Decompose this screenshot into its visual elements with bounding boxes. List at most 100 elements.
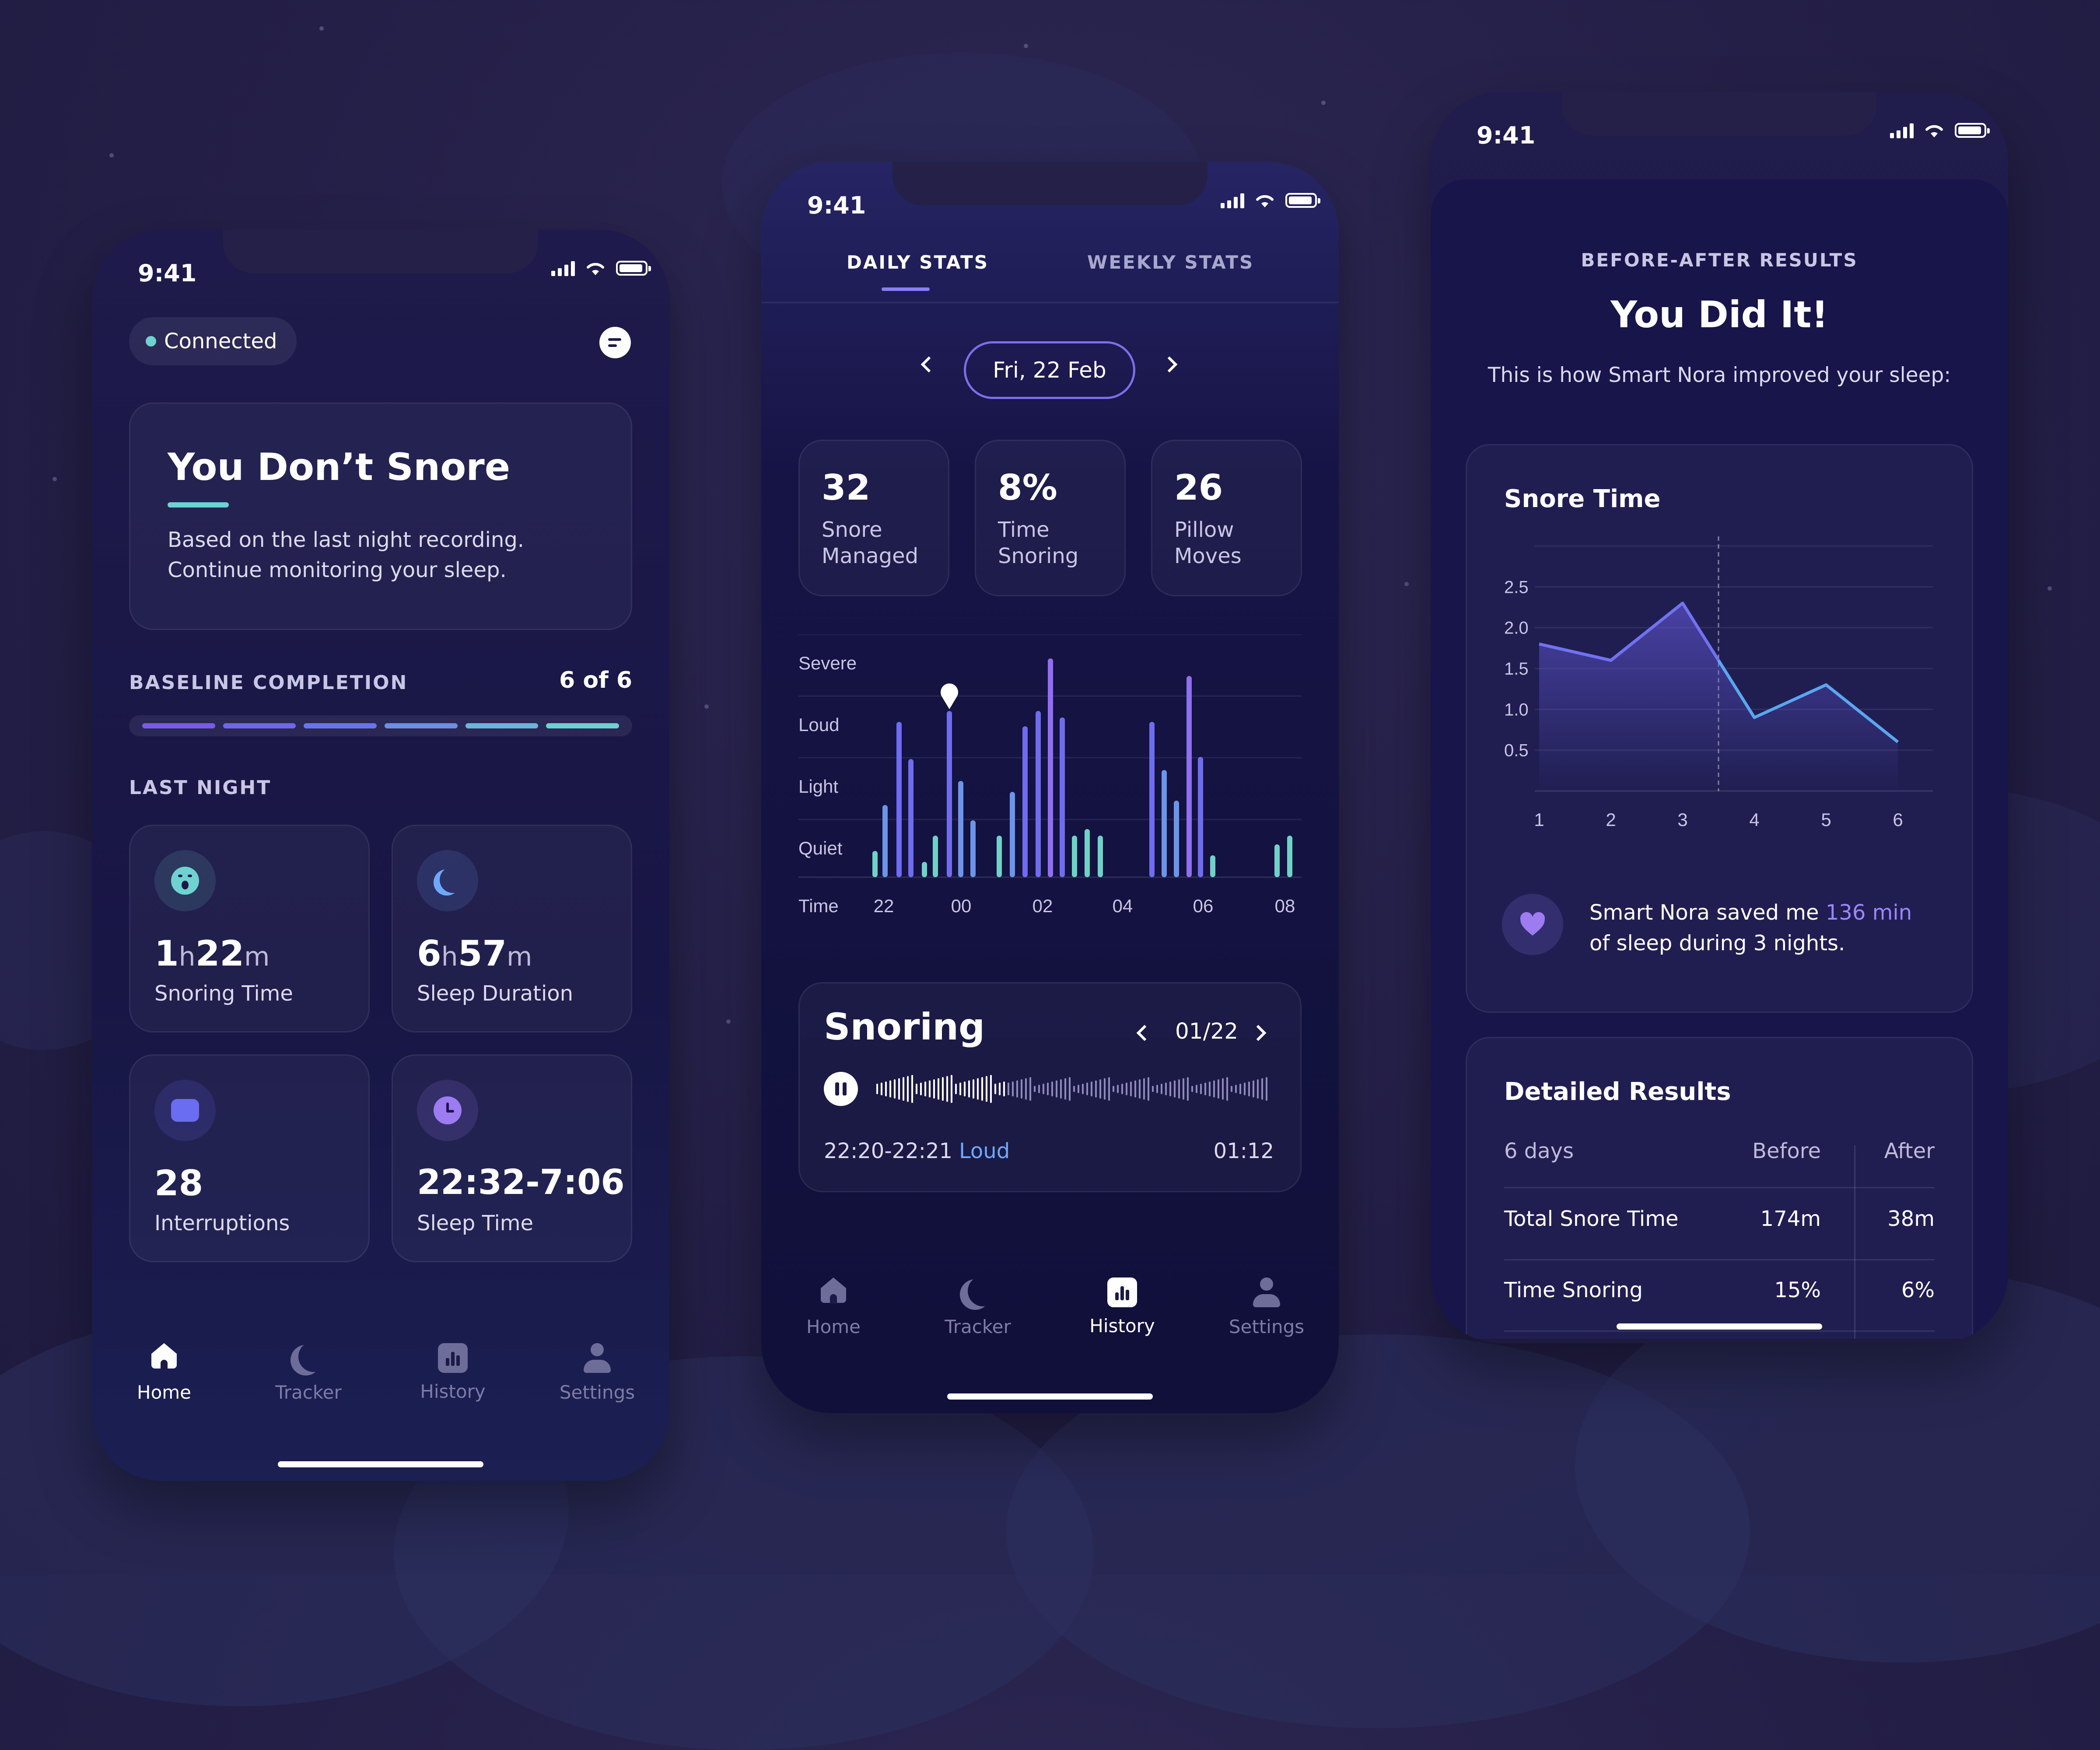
- audio-waveform[interactable]: [876, 1069, 1270, 1109]
- waveform-bar: [986, 1076, 987, 1102]
- waveform-bar: [1213, 1080, 1215, 1098]
- stat-card-interruptions[interactable]: 28 Interruptions: [129, 1054, 370, 1262]
- date-pill[interactable]: Fri, 22 Feb: [964, 341, 1135, 399]
- stat-card-sleep-duration[interactable]: 6h57m Sleep Duration: [392, 825, 632, 1032]
- snore-bar: [1072, 836, 1077, 877]
- waveform-bar: [1130, 1082, 1132, 1096]
- progress-segment: [304, 723, 377, 728]
- tab-daily-stats[interactable]: DAILY STATS: [847, 252, 989, 291]
- last-night-label: LAST NIGHT: [129, 777, 272, 799]
- waveform-bar: [1253, 1080, 1254, 1098]
- waveform-bar: [1021, 1079, 1022, 1099]
- y-level-label: Quiet: [798, 838, 843, 858]
- baseline-progress: [129, 715, 632, 736]
- waveform-bar: [1191, 1086, 1193, 1092]
- history-icon: [438, 1343, 468, 1373]
- waveform-bar: [1056, 1080, 1057, 1098]
- waveform-bar: [1104, 1078, 1106, 1100]
- waveform-bar: [1082, 1084, 1084, 1094]
- stat-card-snoring-time[interactable]: 1h22m Snoring Time: [129, 825, 370, 1032]
- pillow-icon: [154, 1080, 216, 1141]
- status-time: 9:41: [807, 192, 866, 219]
- x-tick-label: 22: [874, 896, 894, 916]
- x-tick-label: 3: [1677, 809, 1687, 830]
- waveform-bar: [1161, 1084, 1162, 1094]
- waveform-bar: [1073, 1086, 1075, 1092]
- next-date-button[interactable]: [1161, 356, 1178, 373]
- hero-text-1: Based on the last night recording.: [168, 528, 525, 552]
- pause-button[interactable]: [824, 1072, 858, 1106]
- waveform-bar: [920, 1082, 922, 1096]
- y-tick-label: 0.5: [1504, 741, 1529, 760]
- battery-icon: [616, 261, 651, 276]
- status-time: 9:41: [1477, 122, 1536, 149]
- waveform-bar: [1178, 1079, 1180, 1099]
- tab-history[interactable]: History: [387, 1343, 518, 1403]
- tab-settings[interactable]: Settings: [1201, 1278, 1332, 1337]
- sleep-duration-value: 6h57m: [417, 933, 532, 974]
- sleep-time-value: 22:32-7:06: [417, 1163, 625, 1202]
- waveform-bar: [990, 1075, 992, 1103]
- saved-line-2: of sleep during 3 nights.: [1589, 931, 1845, 956]
- summary-card-snore-managed: 32 Snore Managed: [798, 440, 949, 596]
- tab-weekly-stats[interactable]: WEEKLY STATS: [1087, 252, 1254, 273]
- waveform-bar: [889, 1080, 891, 1098]
- waveform-bar: [1200, 1084, 1202, 1094]
- tab-settings[interactable]: Settings: [532, 1343, 663, 1403]
- x-tick-label: 6: [1893, 809, 1903, 830]
- snore-bar: [1048, 658, 1053, 877]
- status-time: 9:41: [138, 259, 197, 287]
- saved-highlight: 136 min: [1825, 900, 1912, 925]
- hero-title: You Don’t Snore: [168, 445, 511, 489]
- waveform-bar: [1266, 1077, 1267, 1101]
- waveform-bar: [1121, 1084, 1123, 1094]
- snoring-face-icon: [154, 850, 216, 911]
- waveform-bar: [1169, 1082, 1171, 1096]
- snoring-player-card: Snoring 01/22 22:20-22:21 Loud 01:12: [798, 982, 1302, 1192]
- tab-home[interactable]: Home: [768, 1278, 899, 1337]
- snore-bar: [1098, 836, 1103, 877]
- waveform-bar: [933, 1079, 935, 1099]
- user-icon: [582, 1343, 612, 1374]
- prev-snore-button[interactable]: [1136, 1025, 1153, 1041]
- heart-icon: [1502, 894, 1563, 955]
- signal-icon: [1890, 122, 1914, 138]
- chat-bubble-icon[interactable]: [599, 327, 631, 358]
- waveform-bar: [1204, 1082, 1206, 1096]
- summary-card-time-snoring: 8% Time Snoring: [975, 440, 1126, 596]
- waveform-bar: [977, 1078, 979, 1100]
- tab-home[interactable]: Home: [98, 1343, 230, 1403]
- stat-card-sleep-time[interactable]: 22:32-7:06 Sleep Time: [392, 1054, 632, 1262]
- waveform-bar: [1148, 1077, 1149, 1101]
- wifi-icon: [1925, 125, 1943, 137]
- home-indicator: [947, 1393, 1153, 1400]
- wifi-icon: [1256, 195, 1274, 207]
- connection-pill[interactable]: Connected: [129, 317, 297, 365]
- x-tick-label: 5: [1821, 809, 1831, 830]
- results-fade: [1431, 1339, 2008, 1343]
- tab-history[interactable]: History: [1057, 1278, 1188, 1337]
- table-rule: [1504, 1330, 1935, 1332]
- waveform-bar: [999, 1082, 1001, 1096]
- y-tick-label: 1.0: [1504, 700, 1529, 719]
- waveform-bar: [1078, 1085, 1079, 1093]
- waveform-bar: [1126, 1082, 1127, 1096]
- next-snore-button[interactable]: [1250, 1025, 1267, 1041]
- prev-date-button[interactable]: [920, 356, 937, 373]
- snore-bar: [1174, 801, 1179, 877]
- waveform-bar: [1117, 1085, 1119, 1093]
- waveform-bar: [1248, 1082, 1250, 1096]
- snore-bar: [896, 722, 902, 877]
- detailed-title: Detailed Results: [1504, 1078, 1731, 1106]
- waveform-bar: [1209, 1082, 1211, 1096]
- home-icon: [818, 1278, 849, 1308]
- waveform-bar: [1095, 1080, 1097, 1098]
- waveform-bar: [898, 1078, 900, 1100]
- tab-tracker[interactable]: Tracker: [912, 1278, 1043, 1337]
- results-subtitle: This is how Smart Nora improved your sle…: [1488, 363, 1951, 387]
- tab-tracker[interactable]: Tracker: [243, 1343, 374, 1403]
- waveform-bar: [994, 1084, 996, 1094]
- waveform-bar: [968, 1080, 970, 1098]
- signal-icon: [1221, 192, 1244, 208]
- x-tick-label: 4: [1749, 809, 1759, 830]
